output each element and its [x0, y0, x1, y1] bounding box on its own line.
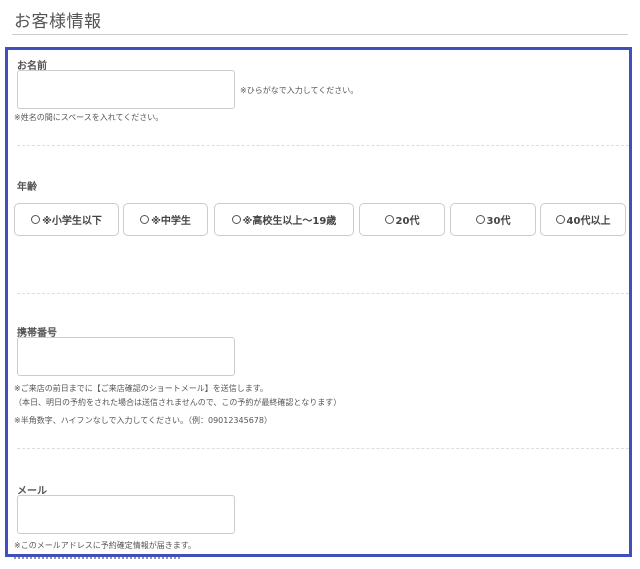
age-option-20s[interactable]: 20代: [359, 203, 445, 236]
age-option-high-school-19[interactable]: ※高校生以上〜19歳: [214, 203, 354, 236]
radio-icon: [475, 215, 485, 224]
radio-icon: [555, 215, 565, 224]
mail-confirmation-note: ※このメールアドレスに予約確定情報が届きます。: [14, 541, 196, 550]
age-option-label: ※小学生以下: [42, 216, 102, 227]
name-space-note: ※姓名の間にスペースを入れてください。: [14, 113, 164, 122]
age-option-40s-plus[interactable]: 40代以上: [540, 203, 626, 236]
name-hiragana-note: ※ひらがなで入力してください。: [240, 86, 359, 95]
phone-sms-note: ※ご来店の前日までに【ご来店確認のショートメール】を送信します。: [14, 384, 268, 393]
name-input[interactable]: [17, 70, 235, 109]
age-label: 年齢: [17, 182, 37, 193]
section-divider: [17, 145, 629, 146]
dotted-divider: [14, 557, 180, 559]
page-title: お客様情報: [14, 12, 102, 32]
section-divider: [17, 293, 629, 294]
age-option-label: ※中学生: [151, 216, 191, 227]
radio-icon: [31, 215, 41, 224]
radio-icon: [384, 215, 394, 224]
customer-info-form: お名前 ※ひらがなで入力してください。 ※姓名の間にスペースを入れてください。 …: [5, 47, 632, 557]
radio-icon: [231, 215, 241, 224]
phone-format-note: ※半角数字、ハイフンなしで入力してください。（例：09012345678）: [14, 416, 272, 425]
age-option-label: ※高校生以上〜19歳: [242, 216, 337, 227]
mail-input[interactable]: [17, 495, 235, 534]
age-option-label: 30代: [486, 216, 511, 227]
title-divider: [12, 34, 628, 35]
phone-input[interactable]: [17, 337, 235, 376]
age-option-elementary[interactable]: ※小学生以下: [14, 203, 119, 236]
phone-same-day-note: （本日、明日の予約をされた場合は送信されませんので、この予約が最終確認となります…: [14, 398, 342, 407]
radio-icon: [140, 215, 150, 224]
age-option-30s[interactable]: 30代: [450, 203, 536, 236]
age-option-junior-high[interactable]: ※中学生: [123, 203, 208, 236]
section-divider: [17, 448, 629, 449]
age-option-label: 20代: [395, 216, 420, 227]
age-option-label: 40代以上: [566, 216, 611, 227]
